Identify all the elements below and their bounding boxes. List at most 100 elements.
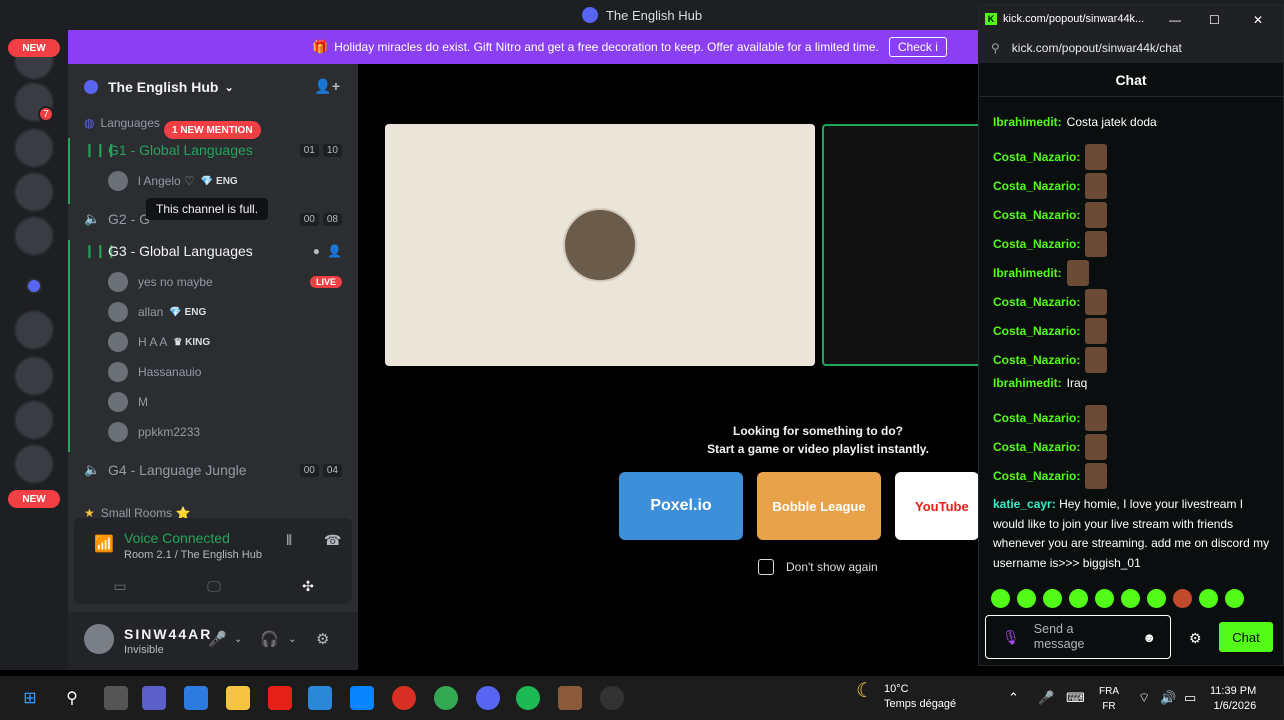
system-clock[interactable]: 11:39 PM 1/6/2026 <box>1210 684 1256 714</box>
voice-user[interactable]: l Angelo ♡ 💎 ENG <box>68 171 358 191</box>
voice-user[interactable]: H A A ♛ KING <box>68 332 358 352</box>
emote-icon[interactable] <box>1147 589 1166 608</box>
chat-bubble-icon[interactable]: ● <box>313 244 320 258</box>
server-icon[interactable] <box>14 400 54 440</box>
store-icon[interactable] <box>350 686 374 710</box>
emoji-picker-icon[interactable]: ☻ <box>1142 630 1156 645</box>
voice-user[interactable]: Hassanauio <box>68 362 358 382</box>
settings-gear-icon[interactable]: ⚙ <box>316 630 329 648</box>
server-icon[interactable] <box>14 444 54 484</box>
voice-user[interactable]: allan 💎 ENG <box>68 302 358 322</box>
emote-icon[interactable] <box>1043 589 1062 608</box>
chat-username[interactable]: katie_cayr: <box>993 497 1056 511</box>
emote-icon[interactable] <box>1017 589 1036 608</box>
server-icon[interactable] <box>14 128 54 168</box>
emote-icon[interactable] <box>1199 589 1218 608</box>
file-explorer-icon[interactable] <box>226 686 250 710</box>
emote-icon[interactable] <box>1095 589 1114 608</box>
send-chat-button[interactable]: Chat <box>1219 622 1273 652</box>
headphones-icon[interactable]: 🎧 <box>260 630 279 648</box>
new-mention-badge[interactable]: 1 NEW MENTION <box>164 121 261 139</box>
address-bar[interactable]: ⚲ kick.com/popout/sinwar44k/chat <box>979 33 1283 63</box>
chat-username[interactable]: Costa_Nazario: <box>993 208 1080 222</box>
server-icon[interactable] <box>14 310 54 350</box>
chevron-down-icon[interactable]: ⌄ <box>288 634 296 645</box>
voice-status[interactable]: Voice Connected <box>124 530 230 546</box>
voice-user[interactable]: ppkkm2233 <box>68 422 358 442</box>
folder-icon[interactable] <box>26 278 42 294</box>
battery-icon[interactable]: ▭ <box>1184 690 1196 706</box>
server-icon[interactable] <box>14 356 54 396</box>
chat-username[interactable]: Ibrahimedit: <box>993 376 1062 390</box>
input-language[interactable]: FRA FR <box>1099 684 1119 714</box>
emote-icon[interactable] <box>991 589 1010 608</box>
youtube-icon[interactable] <box>268 686 292 710</box>
emote-icon[interactable] <box>1069 589 1088 608</box>
video-tile-speaking[interactable] <box>822 124 992 366</box>
close-icon[interactable]: ✕ <box>1253 13 1263 27</box>
microphone-icon[interactable]: 🎤 <box>1038 690 1054 706</box>
chat-username[interactable]: Costa_Nazario: <box>993 150 1080 164</box>
noise-suppression-icon[interactable]: ⦀ <box>286 532 292 549</box>
chat-username[interactable]: Costa_Nazario: <box>993 295 1080 309</box>
voice-user[interactable]: M <box>68 392 358 412</box>
teams-icon[interactable] <box>142 686 166 710</box>
activities-icon[interactable]: ✣ <box>268 574 348 598</box>
windows-start-icon[interactable]: ⊞ <box>18 686 42 710</box>
disconnect-icon[interactable]: ☎ <box>324 532 341 549</box>
chat-username[interactable]: Ibrahimedit: <box>993 266 1062 280</box>
chevron-down-icon[interactable]: ⌄ <box>234 634 242 645</box>
channel-g1-global-languages[interactable]: ❙❙❙ G1 - Global Languages 01 10 <box>68 140 358 160</box>
voice-room[interactable]: Room 2.1 / The English Hub <box>124 549 262 561</box>
chat-username[interactable]: Costa_Nazario: <box>993 411 1080 425</box>
task-view-icon[interactable] <box>104 686 128 710</box>
keyboard-icon[interactable]: ⌨ <box>1066 690 1085 706</box>
channel-g3-global-languages[interactable]: ❙❙❙ G3 - Global Languages ● 👤 <box>68 241 358 261</box>
chat-settings-icon[interactable]: ⚙ <box>1189 630 1202 647</box>
chat-username[interactable]: Costa_Nazario: <box>993 440 1080 454</box>
microphone-icon[interactable]: 🎤 <box>208 630 227 648</box>
camera-off-icon[interactable]: ▭ <box>80 574 160 598</box>
game-icon[interactable] <box>558 686 582 710</box>
chat-message-input[interactable]: 🎙 Send a message ☻ <box>985 615 1171 659</box>
server-icon[interactable] <box>14 172 54 212</box>
microphone-icon[interactable]: 🎙 <box>1002 629 1020 646</box>
checkbox[interactable] <box>758 559 774 575</box>
chat-username[interactable]: Costa_Nazario: <box>993 469 1080 483</box>
chat-username[interactable]: Ibrahimedit: <box>993 115 1062 129</box>
chat-username[interactable]: Costa_Nazario: <box>993 179 1080 193</box>
chrome-active-icon[interactable] <box>392 686 416 710</box>
show-hidden-icons-icon[interactable]: ⌃ <box>1008 690 1019 706</box>
emote-icon[interactable] <box>1225 589 1244 608</box>
activity-bobble-league[interactable]: Bobble League <box>757 472 881 540</box>
copilot-icon[interactable] <box>184 686 208 710</box>
chat-username[interactable]: Costa_Nazario: <box>993 353 1080 367</box>
dont-show-again-checkbox[interactable]: Don't show again <box>758 559 878 575</box>
spotify-icon[interactable] <box>516 686 540 710</box>
check-it-out-button[interactable]: Check i <box>888 37 947 57</box>
activity-poxel[interactable]: Poxel.io <box>619 472 743 540</box>
channel-g4-language-jungle[interactable]: 🔈 G4 - Language Jungle 00 04 <box>68 460 358 480</box>
server-header[interactable]: The English Hub ⌄ 👤+ <box>68 64 358 110</box>
wifi-icon[interactable]: ⌔ <box>1138 690 1150 706</box>
chrome-icon[interactable] <box>434 686 458 710</box>
invite-people-icon[interactable]: 👤+ <box>314 78 340 95</box>
notepad-icon[interactable] <box>308 686 332 710</box>
screen-share-icon[interactable]: 🖵 <box>174 574 254 598</box>
weather-widget[interactable]: ☾ 10°C Temps dégagé <box>856 681 956 712</box>
site-info-icon[interactable]: ⚲ <box>991 41 1000 55</box>
discord-icon[interactable] <box>476 686 500 710</box>
username[interactable]: SINW44AR <box>124 626 212 642</box>
activity-youtube[interactable]: YouTube <box>895 472 979 540</box>
video-tile[interactable] <box>385 124 815 366</box>
emote-icon[interactable] <box>1121 589 1140 608</box>
volume-icon[interactable]: 🔊 <box>1160 690 1176 706</box>
maximize-icon[interactable]: ☐ <box>1209 13 1220 27</box>
search-icon[interactable]: ⚲ <box>60 686 84 710</box>
invite-to-channel-icon[interactable]: 👤 <box>327 244 342 258</box>
obs-icon[interactable] <box>600 686 624 710</box>
emote-icon[interactable] <box>1173 589 1192 608</box>
voice-user[interactable]: yes no maybe LIVE <box>68 272 358 292</box>
server-icon[interactable] <box>14 216 54 256</box>
minimize-icon[interactable]: — <box>1169 13 1181 27</box>
